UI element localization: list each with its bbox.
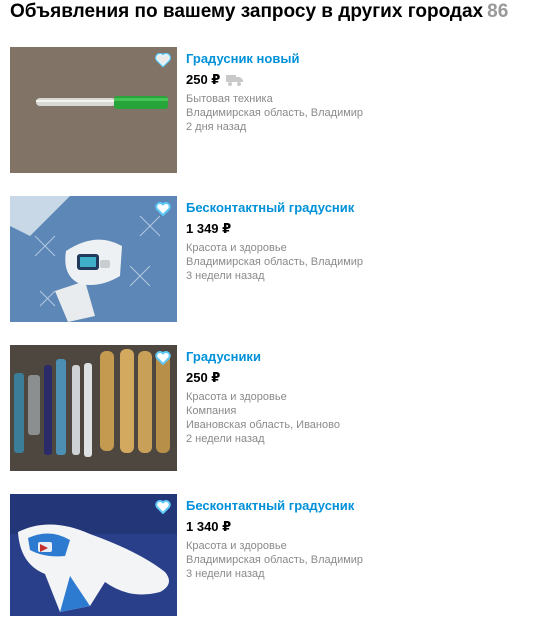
listing-price: 250 ₽	[186, 72, 221, 87]
listing-price-row: 1 349 ₽	[186, 221, 526, 237]
listing-date: 3 недели назад	[186, 568, 265, 580]
listing-title[interactable]: Градусник новый	[186, 51, 299, 67]
results-count: 86	[487, 1, 509, 22]
listing-title[interactable]: Бесконтактный градусник	[186, 200, 354, 216]
listing-seller-type: Компания	[186, 405, 237, 417]
listing-price: 250 ₽	[186, 370, 221, 385]
listing-title[interactable]: Градусники	[186, 349, 261, 365]
listing-date: 3 недели назад	[186, 270, 265, 282]
listing-item[interactable]: Бесконтактный градусник 1 340 ₽ Красота …	[10, 494, 530, 616]
listing-location: Владимирская область, Владимир	[186, 256, 364, 268]
listing-title[interactable]: Бесконтактный градусник	[186, 498, 354, 514]
listing-price-row: 250 ₽	[186, 72, 526, 88]
listing-location: Ивановская область, Иваново	[186, 419, 340, 431]
listing-item[interactable]: Бесконтактный градусник 1 349 ₽ Красота …	[10, 196, 530, 322]
listing-photo[interactable]	[10, 47, 177, 173]
listing-item[interactable]: Градусники 250 ₽ Красота и здоровье Комп…	[10, 345, 530, 471]
listing-photo[interactable]	[10, 345, 177, 471]
page-title: Объявления по вашему запросу в других го…	[10, 0, 508, 26]
listing-category: Красота и здоровье	[186, 540, 287, 552]
listing-date: 2 недели назад	[186, 433, 265, 445]
listing-price: 1 340 ₽	[186, 519, 232, 534]
listing-location: Владимирская область, Владимир	[186, 107, 364, 119]
listing-category: Красота и здоровье	[186, 242, 287, 254]
listing-location: Владимирская область, Владимир	[186, 554, 364, 566]
listing-photo[interactable]	[10, 494, 177, 620]
listing-item[interactable]: Градусник новый 250 ₽ Бытовая техника Вл…	[10, 47, 530, 173]
favorite-heart-icon[interactable]	[155, 53, 171, 67]
truck-icon	[226, 75, 244, 86]
listing-price-row: 250 ₽	[186, 370, 526, 386]
page-title-text: Объявления по вашему запросу в других го…	[10, 1, 484, 22]
listing-date: 2 дня назад	[186, 121, 247, 133]
favorite-heart-icon[interactable]	[155, 500, 171, 514]
listing-price: 1 349 ₽	[186, 221, 232, 236]
listing-price-row: 1 340 ₽	[186, 519, 526, 535]
listing-photo[interactable]	[10, 196, 177, 322]
favorite-heart-icon[interactable]	[155, 202, 171, 216]
listing-category: Бытовая техника	[186, 93, 273, 105]
favorite-heart-icon[interactable]	[155, 351, 171, 365]
listing-category: Красота и здоровье	[186, 391, 287, 403]
